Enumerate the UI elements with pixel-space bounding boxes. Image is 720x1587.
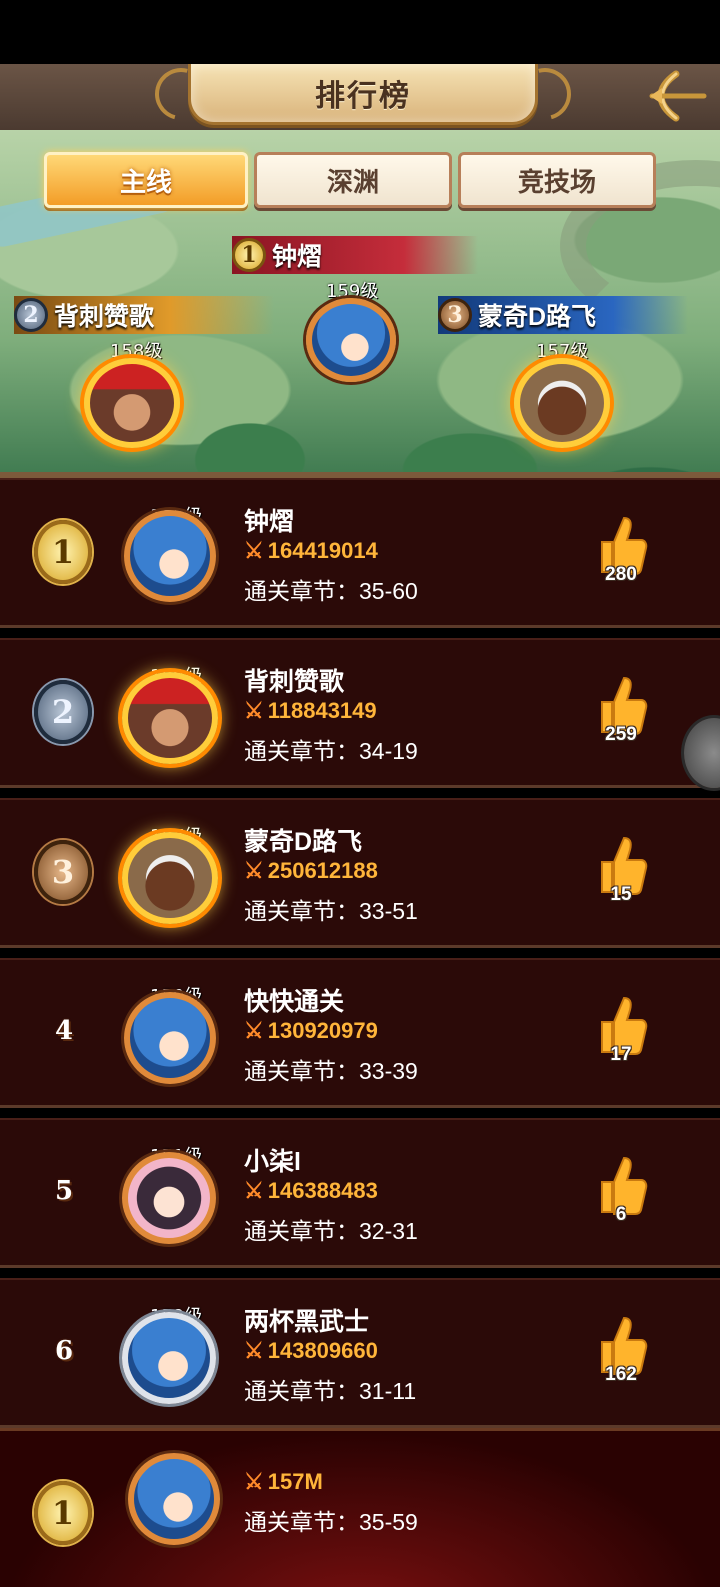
like-button[interactable]: 15	[586, 834, 656, 914]
my-power-number: 157M	[267, 1469, 323, 1494]
page-title: 排行榜	[315, 80, 411, 113]
crossed-swords-icon: ⚔	[244, 1178, 264, 1203]
player-name: 钟熠	[244, 508, 295, 536]
ranking-row-6[interactable]: 6 152级 两杯黑武士 ⚔143809660 通关章节：31-11 162	[0, 1278, 720, 1428]
power-number: 250612188	[267, 858, 378, 883]
rank-2-badge-icon: 2	[34, 680, 92, 744]
player-avatar[interactable]	[124, 510, 216, 602]
like-count: 259	[605, 724, 637, 745]
player-avatar[interactable]	[122, 1152, 216, 1244]
ranking-row-4[interactable]: 4 150级 快快通关 ⚔130920979 通关章节：33-39 17	[0, 958, 720, 1108]
crossed-swords-icon: ⚔	[244, 1338, 264, 1363]
like-count: 280	[605, 564, 637, 585]
header-bar: 排行榜	[0, 64, 720, 133]
power-value: ⚔ 146388483	[244, 1178, 378, 1204]
like-button[interactable]: 280	[586, 514, 656, 594]
podium-first-avatar[interactable]	[306, 298, 396, 382]
back-button[interactable]	[644, 68, 710, 124]
power-value: ⚔ 130920979	[244, 1018, 378, 1044]
status-bar	[0, 0, 720, 64]
like-button[interactable]: 259	[586, 674, 656, 754]
like-count: 162	[605, 1364, 637, 1385]
podium-third-avatar[interactable]	[514, 358, 610, 448]
my-chapter-progress: 通关章节：35-59	[244, 1509, 418, 1535]
crossed-swords-icon: ⚔	[244, 698, 264, 723]
podium-third-banner: 3 蒙奇D路飞	[438, 296, 688, 334]
ranking-row-3[interactable]: 3 157级 蒙奇D路飞 ⚔250612188 通关章节：33-51 15	[0, 798, 720, 948]
my-rank-badge-icon: 1	[34, 1481, 92, 1545]
crossed-swords-icon: ⚔	[244, 1018, 264, 1043]
crossed-swords-icon: ⚔	[244, 1469, 264, 1494]
podium-third-name: 蒙奇D路飞	[478, 303, 597, 331]
like-button[interactable]: 6	[586, 1154, 656, 1234]
like-count: 17	[610, 1044, 632, 1065]
like-button[interactable]: 162	[586, 1314, 656, 1394]
tab-bar: 主线 深渊 竞技场	[44, 152, 664, 214]
map-background: 主线 深渊 竞技场 1 钟熠 2 背刺赞歌 3 蒙奇D路飞 159级 158级 …	[0, 130, 720, 478]
title-plate: 排行榜	[188, 64, 538, 125]
rank-1-medal-icon: 1	[232, 238, 266, 272]
rank-1-badge-icon: 1	[34, 520, 92, 584]
tab-arena[interactable]: 竞技场	[458, 152, 656, 208]
rank-number: 4	[54, 1016, 74, 1046]
chapter-progress: 通关章节：34-19	[244, 738, 418, 764]
podium-second-name: 背刺赞歌	[54, 303, 155, 331]
player-avatar[interactable]	[124, 992, 216, 1084]
like-count: 15	[610, 884, 632, 905]
ranking-row-5[interactable]: 5 151级 小柒l ⚔146388483 通关章节：32-31 6	[0, 1118, 720, 1268]
rank-2-medal-icon: 2	[14, 298, 48, 332]
chapter-progress: 通关章节：32-31	[244, 1218, 418, 1244]
rank-number: 5	[54, 1176, 74, 1206]
bow-arrow-icon	[649, 70, 707, 122]
like-button[interactable]: 17	[586, 994, 656, 1074]
crossed-swords-icon: ⚔	[244, 858, 264, 883]
podium-first-banner: 1 钟熠	[232, 236, 478, 274]
power-number: 118843149	[267, 698, 377, 723]
crossed-swords-icon: ⚔	[244, 538, 264, 563]
chapter-progress: 通关章节：33-51	[244, 898, 418, 924]
power-number: 143809660	[267, 1338, 378, 1363]
my-power: ⚔ 157M	[244, 1469, 323, 1495]
power-value: ⚔ 164419014	[244, 538, 378, 564]
player-name: 两杯黑武士	[244, 1308, 370, 1336]
power-value: ⚔ 143809660	[244, 1338, 378, 1364]
player-avatar[interactable]	[122, 672, 218, 764]
chapter-progress: 通关章节：35-60	[244, 578, 418, 604]
player-name: 小柒l	[244, 1148, 301, 1176]
player-avatar[interactable]	[122, 1312, 216, 1404]
my-rank-bar: 1 ⚔ 157M 通关章节：35-59	[0, 1428, 720, 1587]
player-name: 快快通关	[244, 988, 345, 1016]
player-name: 背刺赞歌	[244, 668, 345, 696]
power-number: 164419014	[267, 538, 378, 563]
rank-3-badge-icon: 3	[34, 840, 92, 904]
power-number: 130920979	[267, 1018, 378, 1043]
podium-second-avatar[interactable]	[84, 358, 180, 448]
chapter-progress: 通关章节：33-39	[244, 1058, 418, 1084]
power-number: 146388483	[267, 1178, 378, 1203]
chapter-progress: 通关章节：31-11	[244, 1378, 417, 1404]
my-avatar[interactable]	[128, 1453, 220, 1545]
ranking-row-1[interactable]: 1 159级 钟熠 ⚔164419014 通关章节：35-60 280	[0, 478, 720, 628]
podium-second-banner: 2 背刺赞歌	[14, 296, 274, 334]
like-count: 6	[615, 1204, 627, 1225]
player-name: 蒙奇D路飞	[244, 828, 363, 856]
podium-first-name: 钟熠	[272, 243, 323, 271]
rank-3-medal-icon: 3	[438, 298, 472, 332]
ranking-row-2[interactable]: 2 158级 背刺赞歌 ⚔118843149 通关章节：34-19 259	[0, 638, 720, 788]
tab-main[interactable]: 主线	[44, 152, 248, 208]
power-value: ⚔ 118843149	[244, 698, 377, 724]
tab-abyss[interactable]: 深渊	[254, 152, 452, 208]
player-avatar[interactable]	[122, 832, 218, 924]
rank-number: 6	[54, 1336, 74, 1366]
power-value: ⚔ 250612188	[244, 858, 378, 884]
